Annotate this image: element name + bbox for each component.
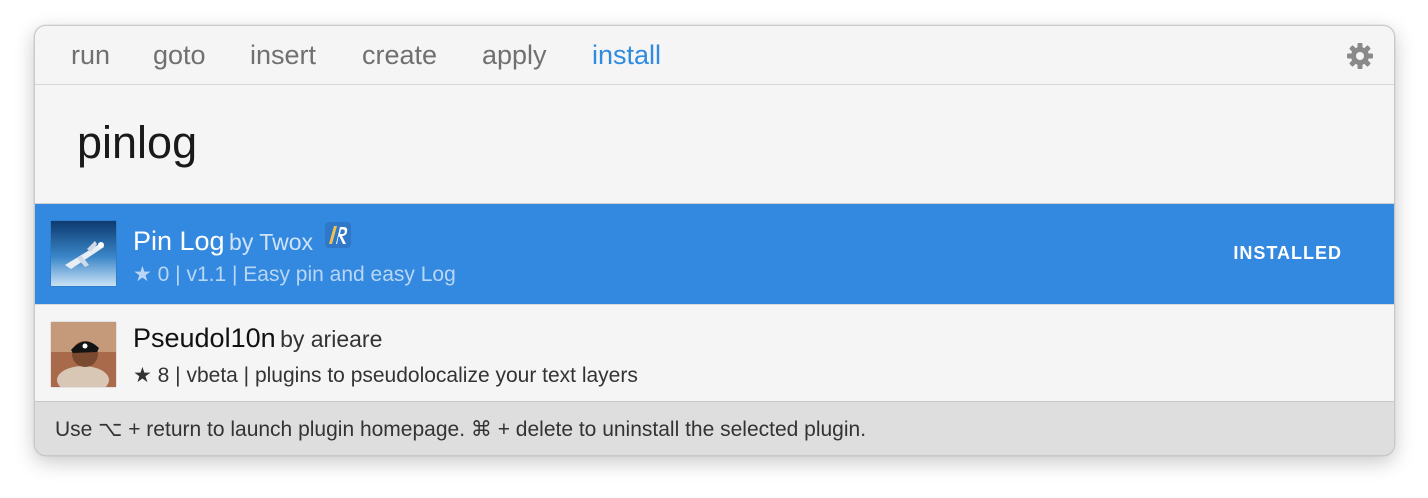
gear-icon[interactable] (1346, 42, 1374, 70)
r-badge-icon (325, 222, 352, 248)
tab-apply[interactable]: apply (482, 39, 547, 71)
plugin-title: Pseudol10n (133, 323, 276, 353)
tab-run[interactable]: run (71, 39, 110, 71)
tab-bar: run goto insert create apply install (35, 26, 1394, 85)
tab-install[interactable]: install (592, 39, 661, 71)
plugin-manager-window: run goto insert create apply install pin… (34, 25, 1395, 456)
result-row-pseudol10n[interactable]: Pseudol10n by arieare ★ 8 | vbeta | plug… (35, 304, 1394, 404)
tab-create[interactable]: create (362, 39, 437, 71)
footer-hint-text: Use ⌥ + return to launch plugin homepage… (55, 418, 867, 441)
plugin-meta: ★ 8 | vbeta | plugins to pseudolocalize … (133, 364, 638, 387)
plugin-title: Pin Log (133, 226, 225, 256)
plugin-author: by Twox (229, 229, 313, 255)
plugin-meta: ★ 0 | v1.1 | Easy pin and easy Log (133, 263, 456, 286)
search-area (35, 85, 1394, 204)
installed-status-badge: INSTALLED (1233, 243, 1342, 263)
tab-insert[interactable]: insert (250, 39, 316, 71)
author-avatar (51, 322, 116, 387)
plugin-thumbnail (51, 221, 116, 286)
search-input[interactable] (77, 115, 1277, 171)
footer-hint-bar: Use ⌥ + return to launch plugin homepage… (35, 401, 1394, 455)
tab-goto[interactable]: goto (153, 39, 206, 71)
result-row-pin-log[interactable]: Pin Log by Twox ★ 0 | v1.1 | Easy pin an… (35, 204, 1394, 304)
plugin-author: by arieare (280, 326, 383, 352)
